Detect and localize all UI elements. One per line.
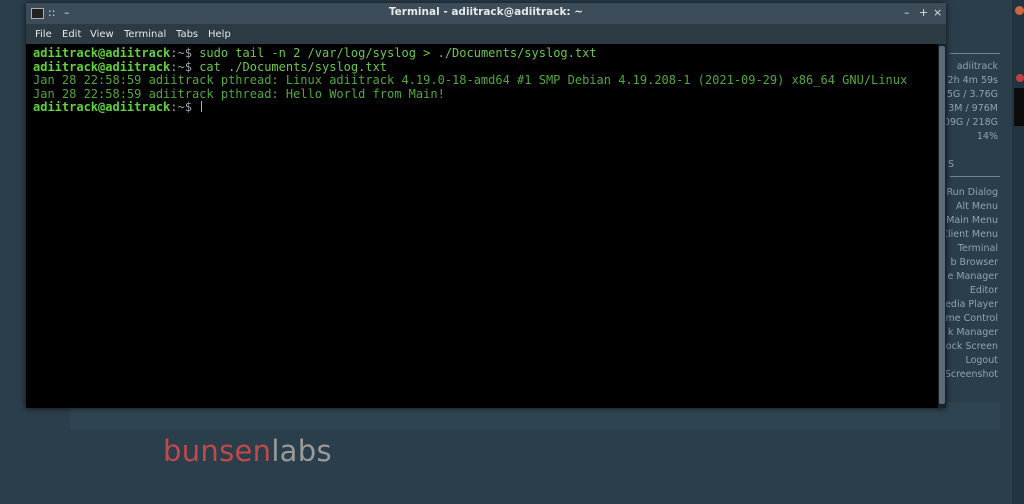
conky-divider [950, 53, 1000, 54]
shortcut-run-dialog: Run Dialog [946, 187, 999, 198]
conky-panel: adiitrack 2h 4m 59s 5G / 3.76G 3M / 976M… [944, 0, 1000, 504]
command-text: cat ./Documents/syslog.txt [199, 60, 388, 74]
conky-ram: 5G / 3.76G [946, 89, 998, 100]
menu-terminal[interactable]: Terminal [124, 29, 166, 40]
scrollbar-thumb[interactable] [939, 46, 945, 404]
conky-divider [950, 176, 1000, 177]
maximize-button[interactable]: + [919, 6, 928, 19]
bunsenlabs-logo: bunsenlabs [163, 434, 332, 468]
window-title: Terminal - adiitrack@adiitrack: ~ [388, 6, 584, 18]
prompt-user: adiitrack@adiitrack [33, 60, 171, 74]
menu-help[interactable]: Help [208, 29, 231, 40]
conky-uptime: 2h 4m 59s [947, 75, 998, 86]
logo-part-bunsen: bunsen [163, 434, 272, 468]
conky-cpu: 14% [976, 131, 998, 142]
terminal-lines: adiitrack@adiitrack:~$ sudo tail -n 2 /v… [33, 47, 938, 115]
menu-tabs[interactable]: Tabs [176, 29, 198, 40]
shortcut-screenshot: Screenshot [944, 369, 998, 380]
conky-hostname: adiitrack [956, 61, 998, 72]
logo-part-labs: labs [271, 434, 332, 468]
menu-file[interactable]: File [35, 29, 52, 40]
output-line: Jan 28 22:58:59 adiitrack pthread: Hello… [33, 87, 445, 101]
conky-section-heading: S [948, 159, 955, 170]
shortcut-file-manager: e Manager [947, 271, 998, 282]
panel-status-icon[interactable] [1016, 74, 1024, 82]
menu-edit[interactable]: Edit [62, 29, 81, 40]
menu-view[interactable]: View [90, 29, 114, 40]
output-line: Jan 28 22:58:59 adiitrack pthread: Linux… [33, 74, 908, 88]
shortcut-logout: Logout [965, 355, 998, 366]
shortcut-lock-screen: ock Screen [945, 341, 998, 352]
shortcut-web-browser: b Browser [950, 257, 998, 268]
prompt-path: :~$ [170, 47, 200, 60]
command-text: sudo tail -n 2 /var/log/syslog > ./Docum… [199, 47, 597, 60]
terminal-line: adiitrack@adiitrack:~$ sudo tail -n 2 /v… [33, 47, 938, 61]
shortcut-volume-control: me Control [945, 313, 998, 324]
shortcut-media-player: edia Player [945, 299, 998, 310]
menubar: File Edit View Terminal Tabs Help [26, 24, 946, 44]
close-button[interactable]: × [933, 6, 942, 19]
terminal-line: adiitrack@adiitrack:~$ cat ./Documents/s… [33, 61, 938, 75]
terminal-line: adiitrack@adiitrack:~$ [33, 101, 938, 115]
scrollbar[interactable] [938, 44, 946, 408]
shortcut-main-menu: Main Menu [946, 215, 998, 226]
conky-swap: 3M / 976M [948, 103, 998, 114]
prompt-user: adiitrack@adiitrack [33, 47, 171, 60]
panel-app-icon[interactable] [1015, 6, 1024, 15]
desktop-edge-panel [1012, 0, 1024, 504]
shortcut-editor: Editor [969, 285, 998, 296]
prompt-user: adiitrack@adiitrack [33, 101, 171, 115]
conky-disk: 09G / 218G [944, 117, 998, 128]
prompt-path: :~$ [170, 60, 200, 74]
terminal-window: :: – Terminal - adiitrack@adiitrack: ~ –… [26, 3, 946, 408]
shortcut-terminal: Terminal [957, 243, 998, 254]
minimize-button[interactable]: – [904, 6, 910, 19]
terminal-output-area[interactable]: adiitrack@adiitrack:~$ sudo tail -n 2 /v… [26, 44, 938, 408]
shortcut-client-menu: Client Menu [944, 229, 998, 240]
shortcut-task-manager: k Manager [947, 327, 998, 338]
window-titlebar[interactable]: :: – Terminal - adiitrack@adiitrack: ~ –… [26, 3, 946, 24]
text-cursor [201, 101, 203, 113]
prompt-path: :~$ [170, 101, 200, 115]
panel-dark-block [1014, 88, 1024, 126]
shortcut-alt-menu: Alt Menu [956, 201, 998, 212]
